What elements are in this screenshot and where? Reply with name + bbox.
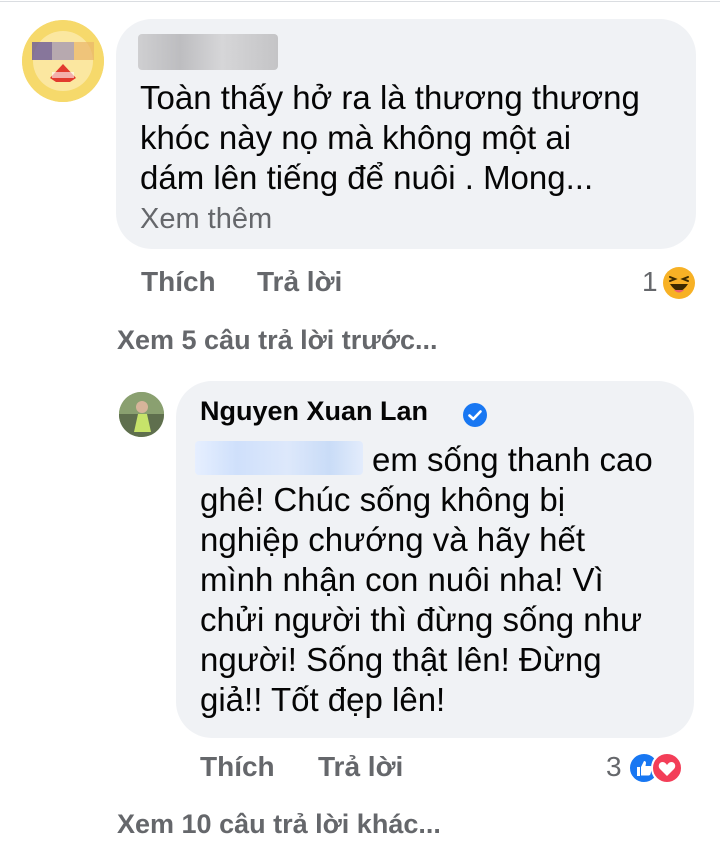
reply-author-name[interactable]: Nguyen Xuan Lan — [200, 396, 428, 427]
top-divider — [0, 1, 720, 2]
haha-reaction-icon[interactable] — [662, 266, 696, 300]
love-reaction-icon[interactable] — [651, 752, 683, 784]
see-more-link[interactable]: Xem thêm — [140, 203, 272, 236]
reply-button[interactable]: Trả lời — [257, 266, 342, 298]
reply-author-avatar[interactable] — [119, 392, 164, 437]
reply-reaction-count[interactable]: 3 — [606, 751, 622, 783]
avatar-image — [22, 20, 104, 102]
reply-avatar-image — [119, 392, 164, 437]
view-more-replies-link[interactable]: Xem 10 câu trả lời khác... — [117, 809, 441, 840]
verified-badge-icon — [463, 403, 487, 427]
reaction-count[interactable]: 1 — [642, 266, 658, 298]
commenter-name-blurred[interactable] — [138, 34, 278, 70]
reply-text: em sống thanh cao ghê! Chúc sống không b… — [200, 441, 653, 718]
view-previous-replies-link[interactable]: Xem 5 câu trả lời trước... — [117, 325, 438, 356]
reply-like-button[interactable]: Thích — [200, 751, 275, 783]
reply-reply-button[interactable]: Trả lời — [318, 751, 403, 783]
like-button[interactable]: Thích — [141, 266, 216, 298]
comment-text: Toàn thấy hở ra là thương thương khóc nà… — [140, 79, 640, 196]
commenter-avatar[interactable] — [22, 20, 104, 102]
